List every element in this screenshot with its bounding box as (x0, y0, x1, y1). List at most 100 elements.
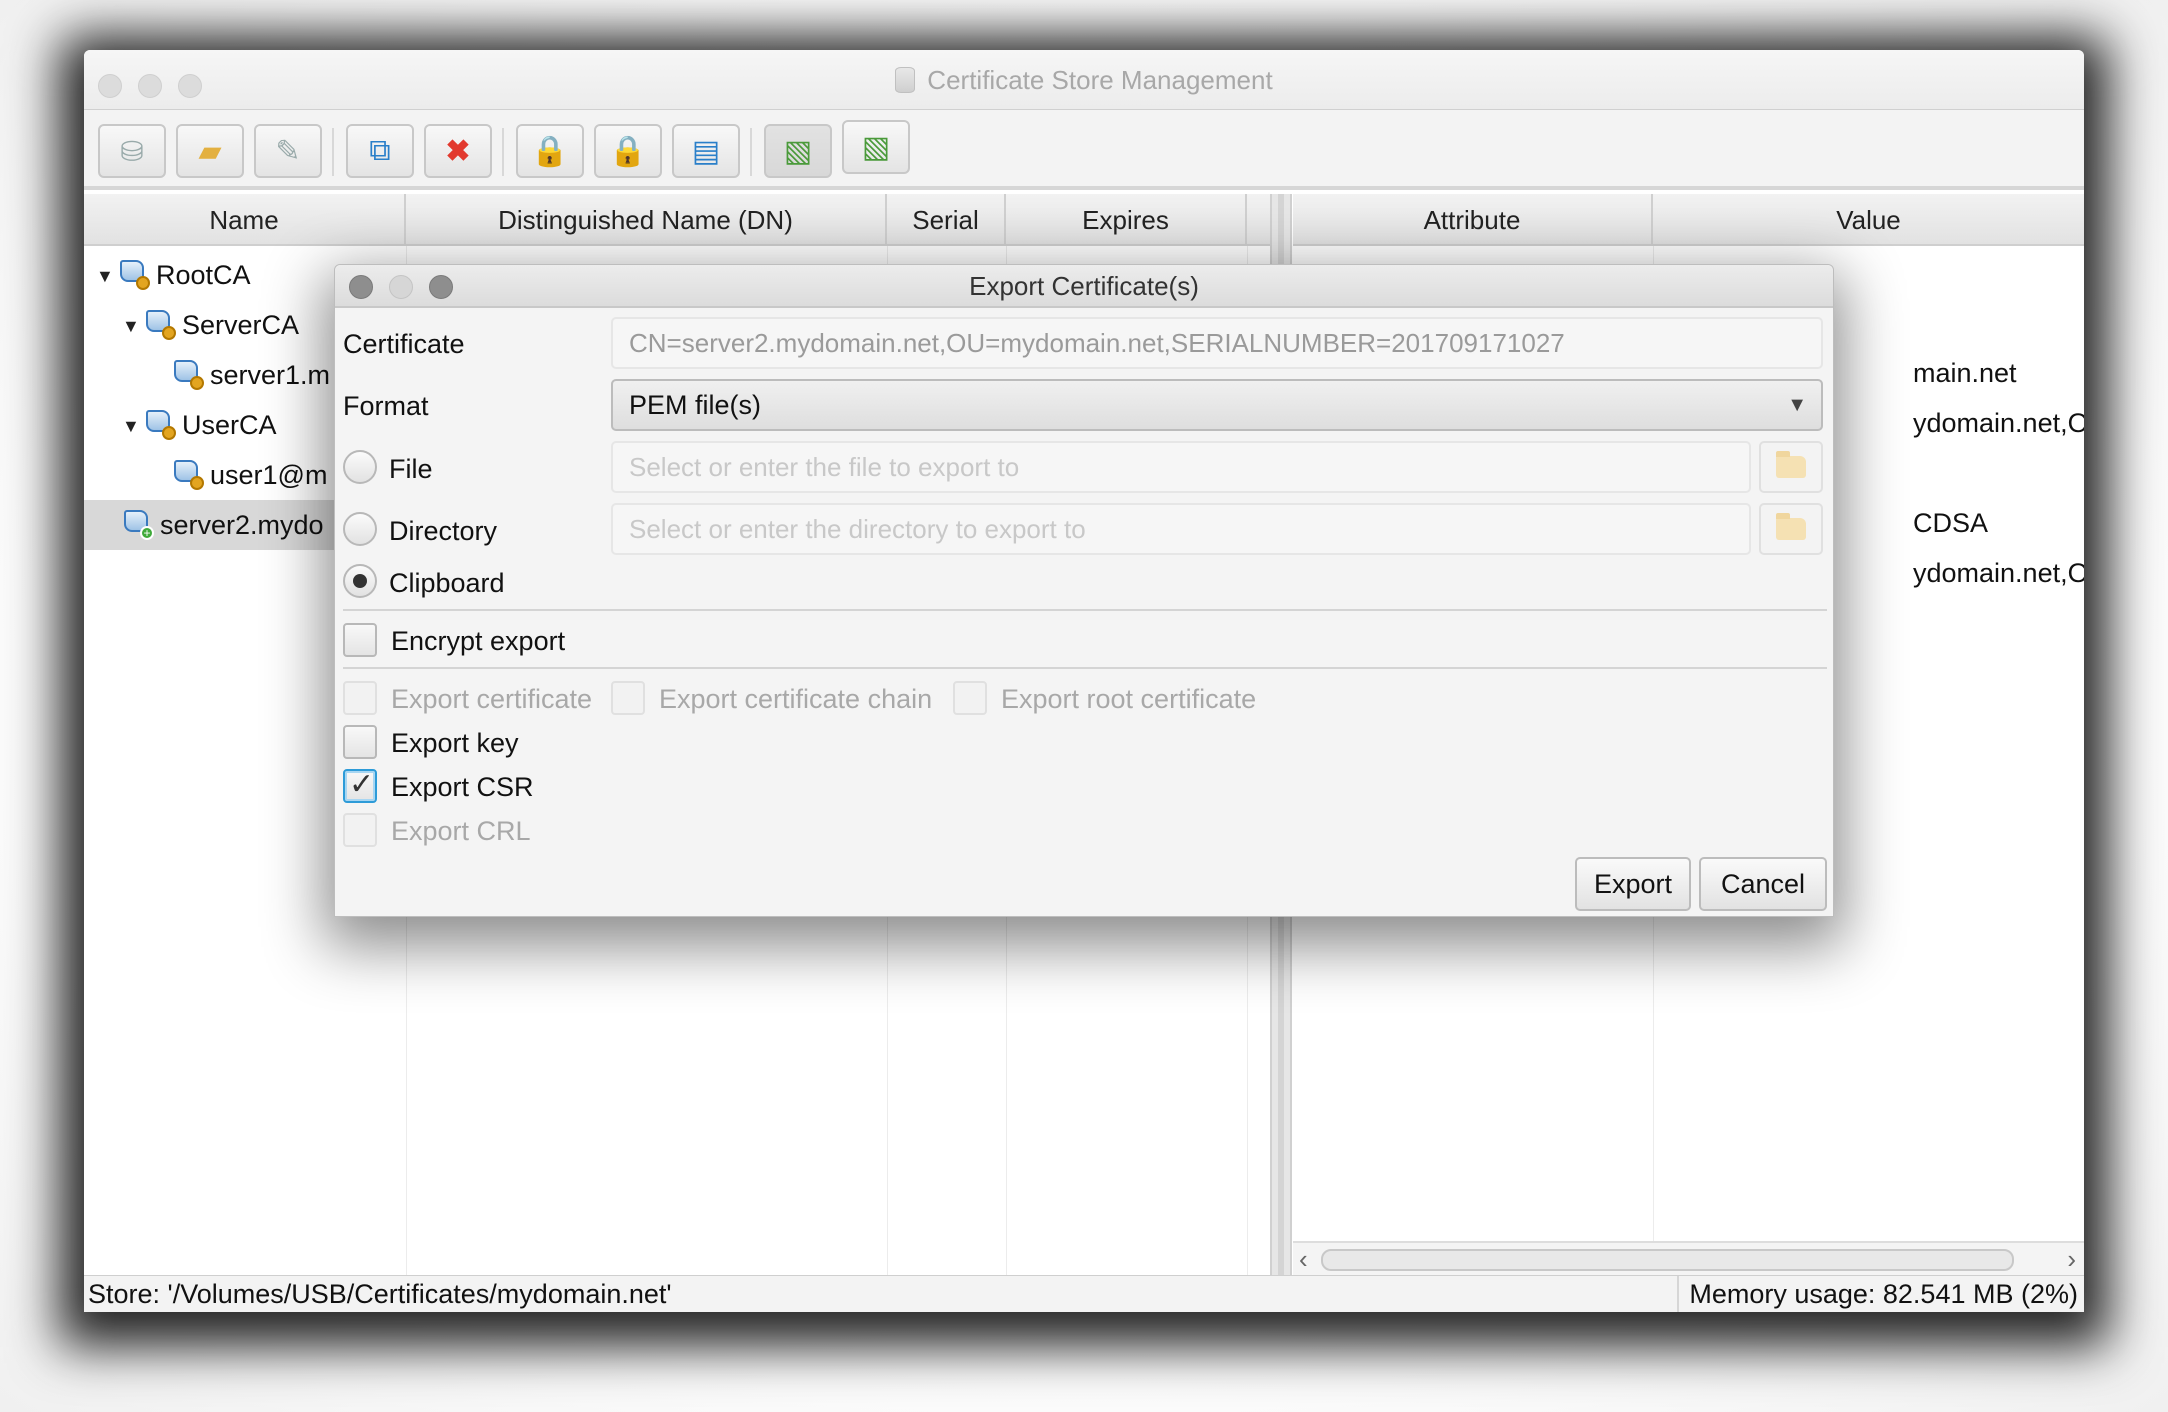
export-icon: ▧ (861, 130, 891, 164)
tree-item-label: server2.mydo (160, 510, 324, 540)
certificate-key-icon (172, 358, 204, 390)
column-header-dn[interactable]: Distinguished Name (DN) (406, 194, 887, 246)
attribute-value: CDSA (1913, 508, 1989, 538)
folder-database-icon: ▰ (198, 134, 222, 168)
toolbar-separator (332, 128, 334, 176)
export-button[interactable]: ▧ (842, 120, 910, 174)
toolbar: ⛁ ▰ ✎ ⧉ ✖ 🔒 🔒 ▤ ▧ ▧ (84, 110, 2084, 190)
toolbar-separator (502, 128, 504, 176)
certificate-key-icon (118, 258, 150, 290)
export-button[interactable]: Export (1575, 857, 1691, 911)
remove-key-button[interactable]: 🔒 (594, 124, 662, 178)
dialog-separator (343, 609, 1827, 611)
revoke-button[interactable]: ▤ (672, 124, 740, 178)
export-chain-checkbox[interactable] (611, 681, 645, 715)
copy-button[interactable]: ⧉ (346, 124, 414, 178)
add-key-button[interactable]: 🔒 (516, 124, 584, 178)
database-icon (895, 67, 916, 93)
export-crl-checkbox[interactable] (343, 813, 377, 847)
scroll-right-arrow-icon[interactable]: › (2067, 1243, 2076, 1275)
certificate-label: Certificate (343, 329, 465, 359)
browse-directory-button[interactable] (1759, 503, 1823, 555)
cancel-button[interactable]: Cancel (1699, 857, 1827, 911)
attribute-value: ydomain.net,OU=m (1913, 408, 2084, 438)
database-add-icon: ⛁ (120, 135, 144, 167)
window-title-text: Certificate Store Management (927, 65, 1273, 95)
file-radio[interactable] (343, 450, 377, 484)
scroll-left-arrow-icon[interactable]: ‹ (1299, 1243, 1308, 1275)
horizontal-scrollbar[interactable]: ‹ › (1293, 1241, 2084, 1275)
copy-icon: ⧉ (369, 134, 391, 167)
export-root-checkbox[interactable] (953, 681, 987, 715)
dialog-titlebar: Export Certificate(s) (335, 265, 1833, 308)
expand-triangle-icon[interactable]: ▼ (122, 401, 144, 451)
column-header-value[interactable]: Value (1653, 194, 2084, 246)
folder-icon (1776, 513, 1806, 540)
export-certificate-checkbox[interactable] (343, 681, 377, 715)
dialog-close-button[interactable] (349, 275, 373, 299)
column-header-attribute[interactable]: Attribute (1293, 194, 1653, 246)
toolbar-separator (750, 128, 752, 176)
column-header-name[interactable]: Name (84, 194, 406, 246)
delete-button[interactable]: ✖ (424, 124, 492, 178)
tree-item-label: user1@m (210, 460, 328, 490)
attribute-table-header: Attribute Value (1293, 194, 2084, 246)
certificate-key-icon (144, 308, 176, 340)
dialog-separator (343, 667, 1827, 669)
lock-add-icon: 🔒 (531, 134, 569, 168)
delete-icon: ✖ (445, 134, 471, 168)
format-label: Format (343, 391, 429, 421)
tree-item-label: RootCA (156, 260, 251, 290)
attribute-value: main.net (1913, 358, 2017, 388)
format-selected-value: PEM file(s) (629, 390, 762, 420)
scrollbar-thumb[interactable] (1321, 1249, 2014, 1271)
store-path-text: Store: '/Volumes/USB/Certificates/mydoma… (88, 1279, 672, 1309)
tree-table-header: Name Distinguished Name (DN) Serial Expi… (84, 194, 1270, 246)
import-button[interactable]: ▧ (764, 124, 832, 178)
attribute-value: ydomain.net,OU=m (1913, 558, 2084, 588)
certificate-field: CN=server2.mydomain.net,OU=mydomain.net,… (611, 317, 1823, 369)
certificate-key-icon (144, 408, 176, 440)
status-bar: Store: '/Volumes/USB/Certificates/mydoma… (84, 1275, 2084, 1312)
memory-usage-text: Memory usage: 82.541 MB (2%) (1677, 1276, 2078, 1312)
database-edit-icon: ✎ (275, 134, 301, 168)
lock-remove-icon: 🔒 (609, 134, 647, 168)
export-dialog: Export Certificate(s) Certificate CN=ser… (334, 264, 1834, 917)
certificate-key-icon (172, 458, 204, 490)
clipboard-radio-label[interactable]: Clipboard (389, 568, 505, 599)
dialog-zoom-button[interactable] (429, 275, 453, 299)
new-store-button[interactable]: ⛁ (98, 124, 166, 178)
export-chain-label: Export certificate chain (659, 684, 933, 714)
expand-triangle-icon[interactable]: ▼ (122, 301, 144, 351)
export-root-label: Export root certificate (1001, 684, 1257, 714)
chevron-down-icon: ▼ (1787, 394, 1807, 416)
import-icon: ▧ (783, 134, 813, 168)
encrypt-export-checkbox[interactable] (343, 623, 377, 657)
export-csr-checkbox[interactable] (343, 767, 377, 803)
format-select[interactable]: PEM file(s) ▼ (611, 379, 1823, 431)
expand-triangle-icon[interactable]: ▼ (96, 251, 118, 301)
tree-item-label: ServerCA (182, 310, 300, 340)
file-radio-label[interactable]: File (389, 454, 433, 485)
export-key-checkbox[interactable] (343, 725, 377, 759)
encrypt-export-label[interactable]: Encrypt export (391, 626, 565, 657)
edit-store-button[interactable]: ✎ (254, 124, 322, 178)
export-csr-label[interactable]: Export CSR (391, 772, 534, 803)
folder-icon (1776, 451, 1806, 478)
window-titlebar: Certificate Store Management (84, 50, 2084, 110)
file-path-input[interactable]: Select or enter the file to export to (611, 441, 1751, 493)
browse-file-button[interactable] (1759, 441, 1823, 493)
export-key-label[interactable]: Export key (391, 728, 519, 759)
open-store-button[interactable]: ▰ (176, 124, 244, 178)
directory-radio-label[interactable]: Directory (389, 516, 497, 547)
directory-path-input[interactable]: Select or enter the directory to export … (611, 503, 1751, 555)
column-header-serial[interactable]: Serial (887, 194, 1006, 246)
export-certificate-label: Export certificate (391, 684, 593, 714)
certificate-remove-icon: ▤ (691, 134, 721, 168)
directory-radio[interactable] (343, 512, 377, 546)
dialog-minimize-button[interactable] (389, 275, 413, 299)
tree-item-label: UserCA (182, 410, 277, 440)
column-header-expires[interactable]: Expires (1006, 194, 1247, 246)
certificate-add-icon: + (122, 508, 154, 540)
clipboard-radio[interactable] (343, 564, 377, 598)
